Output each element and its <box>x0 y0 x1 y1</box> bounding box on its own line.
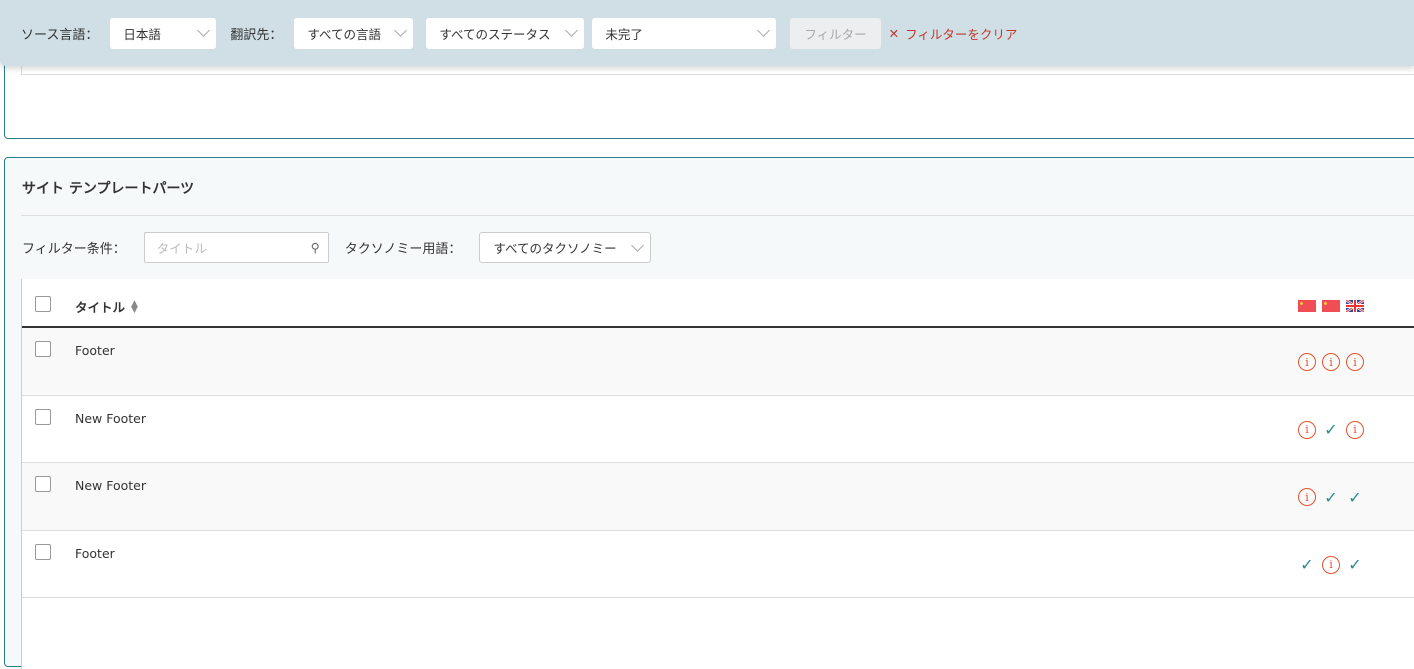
search-icon: ⚲ <box>310 240 320 255</box>
site-template-parts-panel: サイト テンプレートパーツ フィルター条件： タイトル ⚲ タクソノミー用語： す… <box>4 157 1414 669</box>
taxonomy-label: タクソノミー用語： <box>344 242 462 257</box>
check-icon[interactable]: ✓ <box>1298 555 1316 574</box>
table-row: Footer ✓ i ✓ <box>22 531 1414 598</box>
source-language-value: 日本語 <box>123 26 161 42</box>
select-all-checkbox[interactable] <box>35 296 51 312</box>
check-icon[interactable]: ✓ <box>1346 488 1364 507</box>
sort-icon: ▲ ▼ <box>131 298 138 315</box>
info-icon[interactable]: i <box>1298 488 1316 506</box>
taxonomy-select[interactable]: すべてのタクソノミー <box>479 232 652 263</box>
divider <box>21 215 1414 216</box>
row-title[interactable]: Footer <box>75 546 115 561</box>
info-icon[interactable]: i <box>1322 353 1340 371</box>
title-header-label: タイトル <box>75 300 126 315</box>
table-row: New Footer i ✓ ✓ <box>22 463 1414 531</box>
clear-filter-label: フィルターをクリア <box>905 26 1018 42</box>
filter-row: フィルター条件： タイトル ⚲ タクソノミー用語： すべてのタクソノミー <box>22 232 652 263</box>
completion-select[interactable]: 未完了 <box>592 17 777 49</box>
info-icon[interactable]: i <box>1346 353 1364 371</box>
china-flag-icon <box>1322 300 1340 312</box>
status-select[interactable]: すべてのステータス <box>426 17 585 49</box>
table-header: タイトル ▲ ▼ <box>22 279 1414 328</box>
translation-status: iii <box>1298 353 1364 371</box>
taxonomy-value: すべてのタクソノミー <box>493 241 617 256</box>
source-language-select[interactable]: 日本語 <box>110 17 217 49</box>
template-parts-table: タイトル ▲ ▼ Footer i i i New Footer i ✓ i New Footer i… <box>21 279 1414 669</box>
table-row: New Footer i ✓ i <box>22 396 1414 463</box>
target-language-label: 翻訳先： <box>230 27 283 43</box>
chevron-down-icon <box>197 24 211 37</box>
filter-bar: ソース言語： 日本語 翻訳先： すべての言語 すべてのステータス 未完了 フィル… <box>0 0 1414 66</box>
translation-status: ✓ i ✓ <box>1298 555 1364 574</box>
target-language-select[interactable]: すべての言語 <box>294 17 414 49</box>
info-icon[interactable]: i <box>1322 555 1340 574</box>
check-icon[interactable]: ✓ <box>1322 420 1340 439</box>
chevron-down-icon <box>565 24 579 37</box>
clear-filter-link[interactable]: ✕ フィルターをクリア <box>889 24 1018 43</box>
row-title[interactable]: New Footer <box>75 411 146 426</box>
filter-button[interactable]: フィルター <box>790 17 881 49</box>
check-icon[interactable]: ✓ <box>1322 488 1340 507</box>
panel-title: サイト テンプレートパーツ <box>22 181 195 197</box>
chevron-down-icon <box>757 24 771 37</box>
uk-flag-icon <box>1345 299 1365 313</box>
close-icon: ✕ <box>888 25 900 41</box>
info-icon[interactable]: i <box>1346 420 1364 439</box>
translation-status: i ✓ ✓ <box>1298 488 1364 507</box>
info-icon[interactable]: i <box>1298 353 1316 371</box>
chevron-down-icon <box>631 238 645 252</box>
search-placeholder: タイトル <box>156 241 207 256</box>
row-checkbox[interactable] <box>35 543 51 560</box>
title-column-header[interactable]: タイトル ▲ ▼ <box>75 297 138 316</box>
china-flag-icon <box>1298 300 1316 312</box>
info-icon[interactable]: i <box>1298 420 1316 439</box>
chevron-down-icon <box>394 24 408 37</box>
table-row: Footer i i i <box>22 328 1414 396</box>
row-checkbox[interactable] <box>35 476 51 492</box>
completion-value: 未完了 <box>605 26 643 42</box>
check-icon[interactable]: ✓ <box>1346 555 1364 574</box>
translation-status: i ✓ i <box>1298 420 1364 439</box>
filter-condition-label: フィルター条件： <box>22 242 126 257</box>
target-language-value: すべての言語 <box>307 26 382 42</box>
row-title[interactable]: New Footer <box>75 478 146 493</box>
source-language-label: ソース言語： <box>21 27 99 43</box>
row-checkbox[interactable] <box>35 341 51 357</box>
language-flags <box>1298 299 1365 313</box>
row-title[interactable]: Footer <box>75 343 115 358</box>
title-search-input[interactable]: タイトル ⚲ <box>143 232 329 263</box>
row-checkbox[interactable] <box>35 408 51 425</box>
status-value: すべてのステータス <box>439 26 551 42</box>
